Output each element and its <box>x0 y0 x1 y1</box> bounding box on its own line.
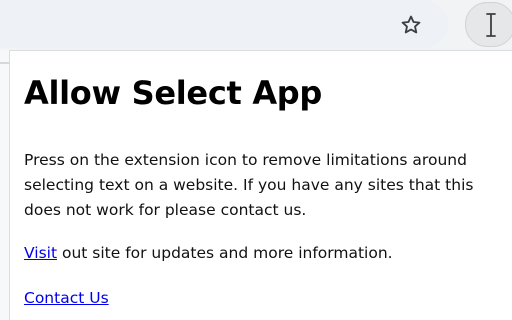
popup-title: Allow Select App <box>24 74 322 112</box>
visit-link[interactable]: Visit <box>24 244 57 262</box>
text-cursor-icon <box>485 12 497 38</box>
browser-toolbar <box>0 0 512 50</box>
popup-description: Press on the extension icon to remove li… <box>24 151 474 219</box>
extension-button[interactable] <box>465 2 512 47</box>
page-edge <box>0 50 10 320</box>
bookmark-star-button[interactable] <box>394 8 428 42</box>
visit-line-text: out site for updates and more informatio… <box>57 244 393 262</box>
address-bar[interactable] <box>0 0 448 48</box>
contact-us-link[interactable]: Contact Us <box>24 289 109 307</box>
star-outline-icon <box>400 14 422 36</box>
contact-line: Contact Us <box>24 286 109 311</box>
extension-popup: Allow Select App Press on the extension … <box>10 50 512 320</box>
visit-line: Visit out site for updates and more info… <box>24 241 393 266</box>
page-edge-marker <box>0 62 9 64</box>
